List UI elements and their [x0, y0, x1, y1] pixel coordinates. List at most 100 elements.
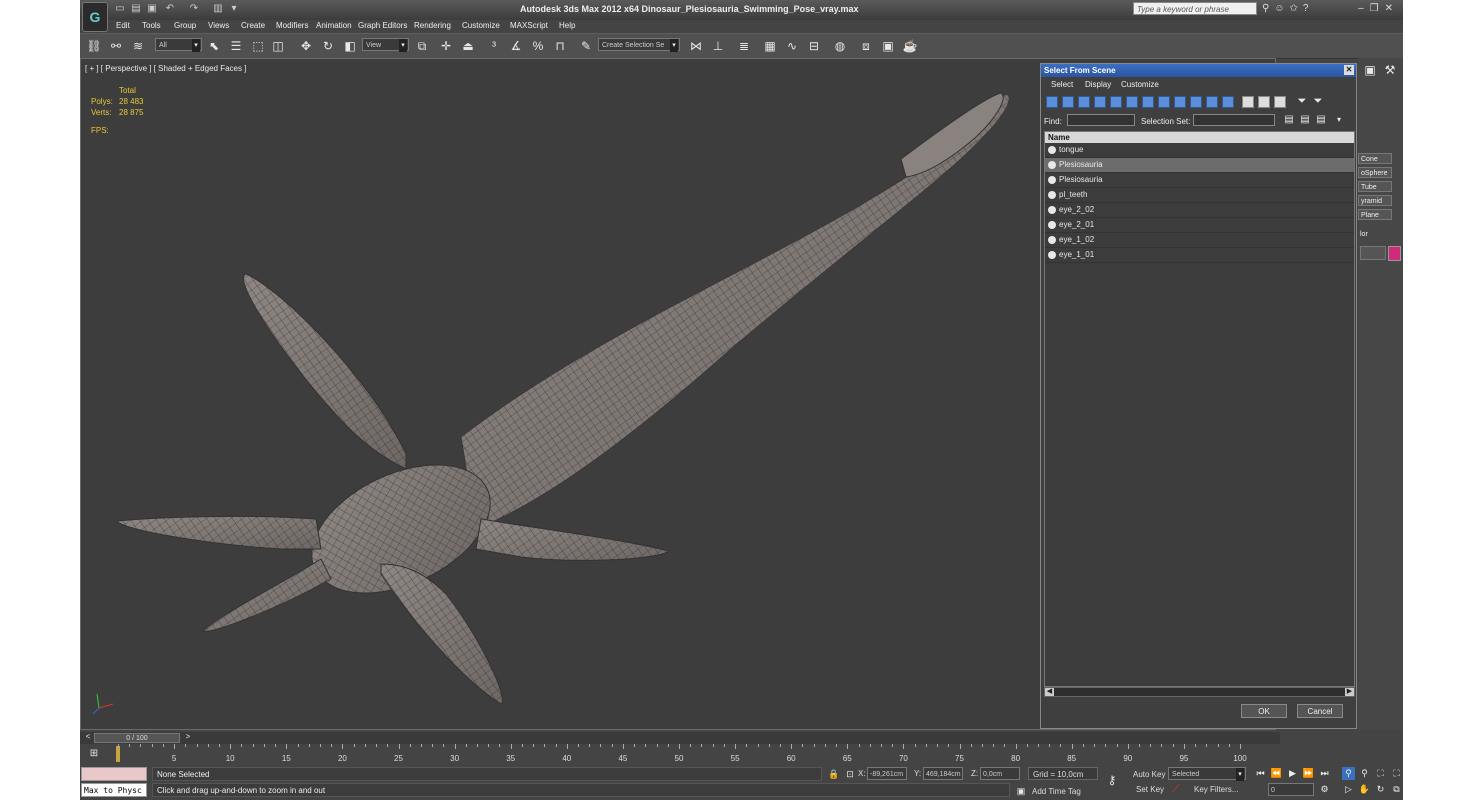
- track-bar[interactable]: ⊞ 5 10 15 20 25 30 35 40 45 50 55 60 65 70 75 80 85 90 95 1…: [80, 744, 1250, 766]
- keyboard-shortcut-override-icon[interactable]: ⏏: [460, 38, 476, 54]
- options-dropdown-icon[interactable]: ▾: [1331, 112, 1347, 128]
- filter-settings-icon[interactable]: ⏷: [1310, 93, 1326, 109]
- menu-customize[interactable]: Customize: [462, 21, 500, 30]
- menu-graph-editors[interactable]: Graph Editors: [358, 21, 407, 30]
- percent-snap-icon[interactable]: %: [530, 38, 546, 54]
- menu-group[interactable]: Group: [174, 21, 196, 30]
- window-controls[interactable]: –❐✕: [1358, 3, 1399, 14]
- window-crossing-icon[interactable]: ◫: [270, 38, 286, 54]
- edit-named-selection-icon[interactable]: ✎: [578, 38, 594, 54]
- time-slider-frame[interactable]: 0 / 100: [94, 733, 180, 743]
- add-time-tag[interactable]: Add Time Tag: [1032, 787, 1081, 796]
- list-item[interactable]: eye_1_02: [1045, 233, 1354, 248]
- selection-filter-dropdown[interactable]: All: [155, 38, 202, 52]
- list-item[interactable]: eye_2_01: [1045, 218, 1354, 233]
- open-file-icon[interactable]: ▤: [130, 3, 142, 15]
- menu-maxscript[interactable]: MAXScript: [510, 21, 548, 30]
- key-filters-button[interactable]: Key Filters...: [1194, 785, 1238, 794]
- snaps-toggle-icon[interactable]: ³: [486, 38, 502, 54]
- y-coordinate-field[interactable]: 469,184cm: [923, 767, 963, 780]
- x-coordinate-field[interactable]: -89,261cm: [867, 767, 907, 780]
- infocenter-icons[interactable]: ⚲☺✩?: [1262, 3, 1313, 14]
- mirror-icon[interactable]: ⋈: [688, 38, 704, 54]
- zoom-all-icon[interactable]: ⚲: [1358, 767, 1371, 780]
- maxscript-listener-output[interactable]: [81, 767, 147, 781]
- select-by-name-icon[interactable]: ☰: [228, 38, 244, 54]
- field-of-view-icon[interactable]: ▷: [1342, 783, 1355, 796]
- orbit-icon[interactable]: ↻: [1374, 783, 1387, 796]
- display-containers-icon[interactable]: [1190, 96, 1202, 108]
- set-key-button[interactable]: Set Key: [1136, 785, 1164, 794]
- select-object-icon[interactable]: ⬉: [206, 38, 222, 54]
- list-item[interactable]: Plesiosauria: [1045, 173, 1354, 188]
- spinner-snap-icon[interactable]: ⊓: [552, 38, 568, 54]
- layer-manager-icon[interactable]: ≣: [736, 38, 752, 54]
- display-lights-icon[interactable]: [1078, 96, 1090, 108]
- zoom-extents-icon[interactable]: ⛶: [1374, 767, 1387, 780]
- display-geometry-icon[interactable]: [1046, 96, 1058, 108]
- display-bones-icon[interactable]: [1174, 96, 1186, 108]
- bind-spacewarp-icon[interactable]: ≋: [130, 38, 146, 54]
- unlink-icon[interactable]: ⚯: [108, 38, 124, 54]
- menu-rendering[interactable]: Rendering: [414, 21, 451, 30]
- menu-animation[interactable]: Animation: [316, 21, 352, 30]
- display-shapes-icon[interactable]: [1062, 96, 1074, 108]
- select-all-icon[interactable]: ▤: [1281, 112, 1297, 128]
- maximize-viewport-icon[interactable]: ⧉: [1390, 783, 1403, 796]
- display-all-icon[interactable]: [1242, 96, 1254, 108]
- object-type-geosphere[interactable]: oSphere: [1358, 167, 1392, 178]
- menu-views[interactable]: Views: [208, 21, 229, 30]
- list-item[interactable]: eye_1_01: [1045, 248, 1354, 263]
- set-key-icon[interactable]: ⟋: [1168, 781, 1184, 797]
- display-invert-icon[interactable]: [1274, 96, 1286, 108]
- pivot-center-icon[interactable]: ⧉: [414, 38, 430, 54]
- align-icon[interactable]: ⊥: [710, 38, 726, 54]
- move-icon[interactable]: ✥: [298, 38, 314, 54]
- object-type-pyramid[interactable]: yramid: [1358, 195, 1392, 206]
- project-folder-icon[interactable]: ▥: [212, 3, 224, 15]
- menu-edit[interactable]: Edit: [116, 21, 130, 30]
- selection-lock-icon[interactable]: 🔒: [826, 766, 842, 782]
- object-type-cone[interactable]: Cone: [1358, 153, 1392, 164]
- list-item[interactable]: pl_teeth: [1045, 188, 1354, 203]
- slider-next-icon[interactable]: >: [180, 729, 196, 745]
- angle-snap-icon[interactable]: ∡: [508, 38, 524, 54]
- menu-help[interactable]: Help: [559, 21, 575, 30]
- display-helpers-icon[interactable]: [1110, 96, 1122, 108]
- filter-funnel-icon[interactable]: ⏷: [1294, 93, 1310, 109]
- find-input[interactable]: [1067, 114, 1135, 126]
- zoom-viewport-icon[interactable]: ⚲: [1342, 767, 1355, 780]
- select-manipulate-icon[interactable]: ✛: [438, 38, 454, 54]
- new-file-icon[interactable]: ▭: [114, 3, 126, 15]
- object-name-field[interactable]: [1360, 246, 1386, 260]
- key-selection-dropdown[interactable]: Selected: [1168, 767, 1246, 781]
- list-item[interactable]: tongue: [1045, 143, 1354, 158]
- rendered-frame-window-icon[interactable]: ▣: [880, 38, 896, 54]
- list-item[interactable]: eye_2_02: [1045, 203, 1354, 218]
- redo-icon[interactable]: ↷: [188, 3, 200, 15]
- z-coordinate-field[interactable]: 0,0cm: [980, 767, 1020, 780]
- rotate-icon[interactable]: ↻: [320, 38, 336, 54]
- time-configuration-icon[interactable]: ⚙: [1318, 783, 1331, 796]
- previous-frame-icon[interactable]: ⏪: [1270, 767, 1283, 780]
- scroll-left-icon[interactable]: ◀: [1045, 688, 1054, 696]
- display-spacewarps-icon[interactable]: [1126, 96, 1138, 108]
- dialog-menu-select[interactable]: Select: [1051, 80, 1073, 89]
- display-hidden-icon[interactable]: [1222, 96, 1234, 108]
- schematic-view-icon[interactable]: ⊟: [806, 38, 822, 54]
- render-production-icon[interactable]: ☕: [902, 38, 918, 54]
- named-selection-set-dropdown[interactable]: Create Selection Se: [598, 38, 680, 52]
- curve-editor-icon[interactable]: ∿: [784, 38, 800, 54]
- list-horizontal-scrollbar[interactable]: ◀ ▶: [1044, 687, 1355, 697]
- display-groups-icon[interactable]: [1142, 96, 1154, 108]
- scale-icon[interactable]: ◧: [342, 38, 358, 54]
- dialog-menu-customize[interactable]: Customize: [1121, 80, 1159, 89]
- material-editor-icon[interactable]: ◍: [832, 38, 848, 54]
- list-item[interactable]: Plesiosauria: [1045, 158, 1354, 173]
- app-logo-button[interactable]: G: [82, 2, 108, 32]
- time-slider[interactable]: < 0 / 100 >: [80, 732, 1280, 744]
- customize-quick-access-icon[interactable]: ▾: [228, 3, 240, 15]
- go-to-end-icon[interactable]: ⏭: [1318, 767, 1331, 780]
- create-panel-icon[interactable]: ▣: [1362, 62, 1378, 78]
- play-icon[interactable]: ▶: [1286, 767, 1299, 780]
